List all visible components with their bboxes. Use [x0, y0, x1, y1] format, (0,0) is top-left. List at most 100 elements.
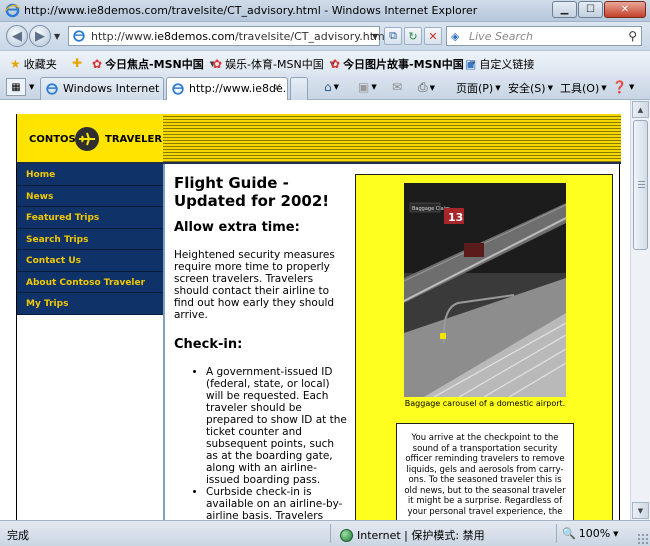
site-logo[interactable]: CONTOSO TRAVELER	[17, 114, 163, 162]
baggage-photo-image: Baggage Claim 13	[404, 183, 566, 397]
airplane-logo-icon	[75, 127, 99, 151]
fav-link-0[interactable]: ✿ 今日焦点-MSN中国 ▼	[92, 56, 215, 72]
address-row: ◀ ▶ ▼ http://www.ie8demos.com/travelsite…	[0, 22, 650, 50]
forward-button[interactable]: ▶	[29, 25, 51, 47]
address-dropdown[interactable]: ▼	[372, 32, 378, 41]
compatibility-view-button[interactable]: ⧉	[384, 27, 402, 45]
custom-links-icon: ▣	[465, 57, 477, 71]
nav-separator	[163, 164, 165, 520]
tools-menu[interactable]: 工具(O) ▼	[560, 80, 607, 96]
home-button[interactable]: ⌂ ▼	[324, 80, 339, 94]
back-button[interactable]: ◀	[6, 25, 28, 47]
safety-menu[interactable]: 安全(S) ▼	[508, 80, 553, 96]
scroll-thumb[interactable]	[633, 120, 648, 250]
page-viewport: CONTOSO TRAVELER Home News Featured Trip…	[0, 100, 630, 520]
list-item: Curbside check-in is available on an air…	[206, 486, 349, 520]
maximize-button[interactable]: ☐	[578, 1, 603, 18]
baggage-carousel-photo: Baggage Claim 13	[404, 183, 566, 397]
page-menu[interactable]: 页面(P) ▼	[456, 80, 501, 96]
feeds-button[interactable]: ▣ ▼	[358, 80, 377, 94]
home-icon: ⌂	[324, 80, 332, 94]
tab-list-dropdown[interactable]: ▼	[29, 83, 34, 91]
search-placeholder: Live Search	[469, 30, 533, 43]
section-heading-checkin: Check-in:	[174, 337, 243, 352]
favorites-bar: ★ 收藏夹 ✚ ✿ 今日焦点-MSN中国 ▼ ✿ 娱乐-体育-MSN中国 ▼ ✿ 今…	[0, 50, 650, 74]
internet-zone-icon	[340, 528, 353, 542]
new-tab-button[interactable]	[290, 77, 308, 100]
tools-menu-label: 工具(O)	[560, 82, 600, 95]
scroll-up-icon[interactable]: ▲	[632, 101, 649, 118]
fav-link-3[interactable]: ▣ 自定义链接	[465, 56, 534, 72]
zoom-control[interactable]: 🔍 100% ▼	[562, 527, 619, 540]
maximize-icon: ☐	[586, 4, 595, 15]
sidebar-box: Baggage Claim 13 Baggage carousel of a d…	[355, 174, 613, 520]
nav-featured-trips[interactable]: Featured Trips	[17, 207, 163, 229]
tab-0[interactable]: Windows Internet E...	[40, 77, 164, 100]
forward-arrow-icon: ▶	[35, 28, 45, 44]
stop-icon: ✕	[428, 29, 438, 43]
url-text: http://www.ie8demos.com/travelsite/CT_ad…	[91, 30, 388, 43]
security-zone[interactable]: Internet | 保护模式: 禁用	[340, 527, 485, 543]
ie-logo-icon	[5, 3, 20, 18]
add-favorites-button[interactable]: ✚	[72, 56, 82, 70]
checkin-list: A government-issued ID (federal, state, …	[206, 366, 349, 520]
refresh-button[interactable]: ↻	[404, 27, 422, 45]
live-search-icon: ◈	[451, 30, 460, 43]
nav-contact-us[interactable]: Contact Us	[17, 250, 163, 272]
nav-search-trips[interactable]: Search Trips	[17, 228, 163, 250]
search-box[interactable]: ◈ Live Search ⚲	[446, 26, 642, 46]
address-bar[interactable]: http://www.ie8demos.com/travelsite/CT_ad…	[68, 26, 388, 46]
mail-icon: ✉	[392, 80, 403, 94]
page-heading: Flight Guide - Updated for 2002!	[174, 174, 330, 210]
fav-link-2[interactable]: ✿ 今日图片故事-MSN中国 ▼	[330, 56, 475, 72]
section-text-extra-time: Heightened security measures require mor…	[174, 249, 335, 321]
page-menu-label: 页面(P)	[456, 82, 494, 95]
mail-button[interactable]: ✉	[392, 80, 402, 94]
list-item: A government-issued ID (federal, state, …	[206, 366, 349, 486]
photo-caption: Baggage carousel of a domestic airport.	[404, 399, 566, 408]
tab-close-icon[interactable]: ✕	[273, 81, 282, 94]
nav-home[interactable]: Home	[17, 164, 163, 186]
msn-icon: ✿	[212, 57, 223, 71]
favorites-button[interactable]: ★ 收藏夹	[10, 56, 57, 72]
search-go-icon[interactable]: ⚲	[628, 29, 637, 43]
zoom-dropdown-icon: ▼	[613, 529, 619, 538]
nav-news[interactable]: News	[17, 185, 163, 207]
tab-1[interactable]: http://www.ie8de... ✕	[166, 77, 288, 100]
tab-label: Windows Internet E...	[63, 82, 163, 95]
vertical-scrollbar[interactable]: ▲ ▼	[630, 100, 650, 520]
close-button[interactable]: ✕	[604, 1, 646, 18]
msn-icon: ✿	[330, 57, 341, 71]
security-info-box: You arrive at the checkpoint to the soun…	[396, 423, 574, 520]
stop-button[interactable]: ✕	[424, 27, 442, 45]
logo-text-right: TRAVELER	[105, 134, 163, 145]
safety-menu-label: 安全(S)	[508, 82, 546, 95]
resize-grip-icon[interactable]	[637, 533, 649, 545]
window-title: http://www.ie8demos.com/travelsite/CT_ad…	[24, 4, 478, 17]
site-nav: Home News Featured Trips Search Trips Co…	[17, 164, 163, 315]
security-zone-label: Internet | 保护模式: 禁用	[357, 529, 485, 542]
add-favorite-icon: ✚	[72, 56, 83, 70]
fav-link-1[interactable]: ✿ 娱乐-体育-MSN中国 ▼	[212, 56, 335, 72]
help-button[interactable]: ❓ ▼	[612, 80, 634, 94]
nav-my-trips[interactable]: My Trips	[17, 293, 163, 315]
close-icon: ✕	[620, 4, 630, 15]
compatibility-icon: ⧉	[389, 29, 397, 42]
tab-page-icon	[46, 83, 58, 95]
status-text: 完成	[7, 529, 29, 542]
print-button[interactable]: ⎙ ▼	[418, 80, 435, 95]
favorites-star-icon: ★	[10, 57, 21, 71]
nav-about[interactable]: About Contoso Traveler	[17, 271, 163, 293]
minimize-button[interactable]: ▁	[552, 1, 577, 18]
fav-link-label: 自定义链接	[479, 58, 535, 71]
quick-tabs-button[interactable]: ▦	[6, 78, 26, 96]
url-prefix: http://www.	[91, 30, 155, 43]
zoom-icon: 🔍	[562, 527, 576, 540]
site-page: CONTOSO TRAVELER Home News Featured Trip…	[16, 114, 621, 520]
status-bar: 完成 Internet | 保护模式: 禁用 🔍 100% ▼	[0, 520, 650, 546]
tab-page-icon	[172, 83, 184, 95]
title-bar: http://www.ie8demos.com/travelsite/CT_ad…	[0, 0, 650, 22]
recent-pages-dropdown[interactable]: ▼	[54, 32, 62, 41]
scroll-down-icon[interactable]: ▼	[632, 502, 649, 519]
msn-icon: ✿	[92, 57, 103, 71]
